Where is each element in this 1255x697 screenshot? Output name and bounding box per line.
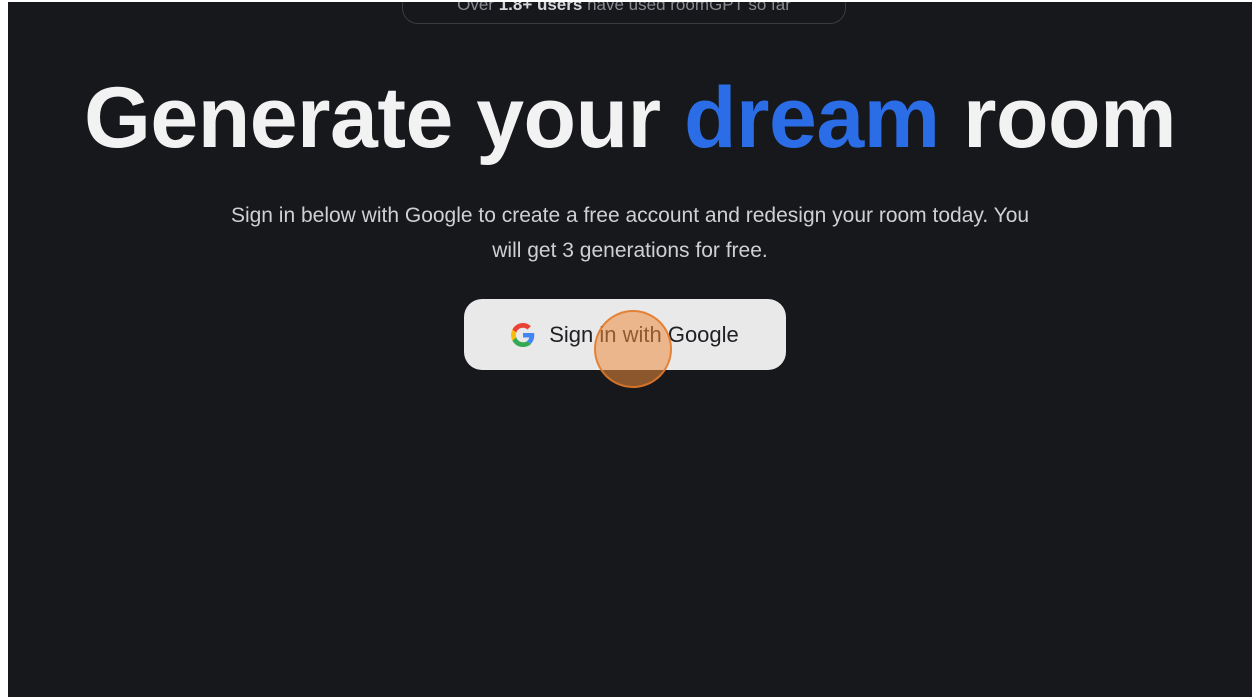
- page-frame: Over 1.8+ users have used roomGPT so far…: [8, 2, 1252, 697]
- banner-suffix: have used roomGPT so far: [587, 2, 791, 14]
- google-g-icon: [511, 322, 535, 347]
- page-subtitle: Sign in below with Google to create a fr…: [230, 204, 1030, 262]
- headline-part2: room: [963, 70, 1177, 166]
- users-count-banner: Over 1.8+ users have used roomGPT so far: [402, 2, 846, 24]
- page-headline: Generate your dream room: [8, 68, 1252, 168]
- banner-count: 1.8+ users: [498, 2, 583, 14]
- sign-in-button-label: Sign in with Google: [549, 321, 739, 347]
- sign-in-with-google-button[interactable]: Sign in with Google: [464, 299, 786, 370]
- headline-accent: dream: [683, 70, 940, 166]
- banner-prefix: Over: [457, 2, 494, 14]
- headline-part1: Generate your: [83, 70, 661, 166]
